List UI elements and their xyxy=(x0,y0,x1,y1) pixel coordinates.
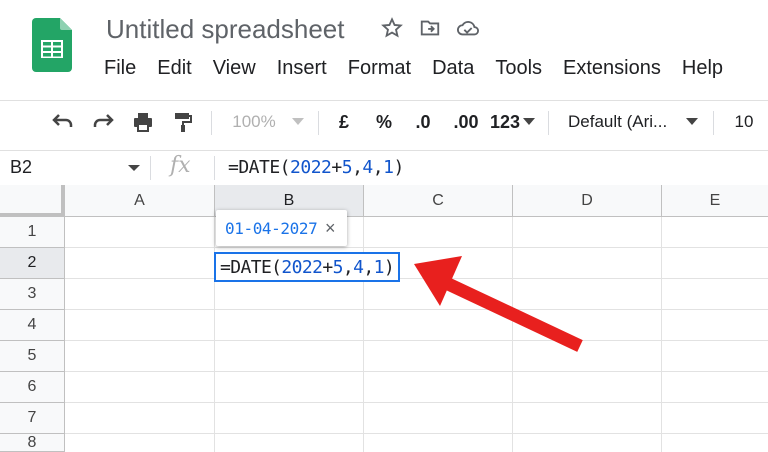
editor-suffix: ) xyxy=(383,257,395,278)
close-icon[interactable]: × xyxy=(325,218,336,239)
row-header-8[interactable]: 8 xyxy=(0,434,65,452)
cloud-status-icon[interactable] xyxy=(456,16,480,40)
formula-suffix: ) xyxy=(393,157,404,178)
menu-data[interactable]: Data xyxy=(432,57,474,80)
column-header-c[interactable]: C xyxy=(364,185,513,217)
print-icon[interactable] xyxy=(128,101,158,143)
increase-decimal-button[interactable]: .00 xyxy=(448,101,484,143)
more-formats-button[interactable]: 123 xyxy=(488,101,522,143)
formula-plus: + xyxy=(331,157,342,178)
formula-prefix: =DATE( xyxy=(228,157,291,178)
row-header-7[interactable]: 7 xyxy=(0,403,65,434)
formula-divider xyxy=(214,156,215,180)
decrease-decimal-button[interactable]: .0 xyxy=(408,101,438,143)
name-box-chevron-down-icon[interactable] xyxy=(128,165,140,171)
menu-bar: File Edit View Insert Format Data Tools … xyxy=(104,57,744,80)
menu-edit[interactable]: Edit xyxy=(157,57,191,80)
sheet-grid: A B C D E 1 2 3 4 5 6 7 8 xyxy=(0,185,768,452)
cell-editor-text: =DATE(2022+5,4,1) xyxy=(220,257,395,278)
formula-arg4: 1 xyxy=(383,157,394,178)
font-family-select[interactable]: Default (Ari... xyxy=(568,101,682,143)
column-header-e[interactable]: E xyxy=(662,185,768,217)
menu-view[interactable]: View xyxy=(213,57,256,80)
title-icons xyxy=(380,16,480,40)
editor-arg2: 5 xyxy=(332,257,344,278)
editor-arg1: 2022 xyxy=(281,257,323,278)
formats-chevron-down-icon[interactable] xyxy=(522,101,536,143)
row-header-2[interactable]: 2 xyxy=(0,248,65,279)
editor-prefix: =DATE( xyxy=(220,257,282,278)
formula-comma2: , xyxy=(372,157,384,178)
row-header-6[interactable]: 6 xyxy=(0,372,65,403)
toolbar: 100% £ % .0 .00 123 Default (Ari... 10 xyxy=(0,100,768,143)
row-header-1[interactable]: 1 xyxy=(0,217,65,248)
select-all-corner[interactable] xyxy=(0,185,65,217)
percent-button[interactable]: % xyxy=(372,101,396,143)
red-arrow-annotation-icon xyxy=(414,256,583,352)
move-folder-icon[interactable] xyxy=(418,16,442,40)
gridline xyxy=(65,402,768,403)
row-header-4[interactable]: 4 xyxy=(0,310,65,341)
tooltip-value: 01-04-2027 xyxy=(225,219,318,238)
formula-arg2: 5 xyxy=(341,157,353,178)
formula-divider xyxy=(150,156,151,180)
editor-comma2: , xyxy=(363,257,374,278)
header: Untitled spreadsheet File Edit View Inse… xyxy=(0,0,768,93)
editor-plus: + xyxy=(322,257,333,278)
undo-icon[interactable] xyxy=(48,101,78,143)
menu-format[interactable]: Format xyxy=(348,57,411,80)
formula-input[interactable]: =DATE(2022+5,4,1) xyxy=(228,157,404,178)
font-size-input[interactable]: 10 xyxy=(730,101,758,143)
row-header-5[interactable]: 5 xyxy=(0,341,65,372)
toolbar-divider xyxy=(211,111,212,135)
menu-tools[interactable]: Tools xyxy=(495,57,542,80)
menu-file[interactable]: File xyxy=(104,57,136,80)
increase-decimal-label: .00 xyxy=(453,111,479,132)
formula-bar: B2 fx =DATE(2022+5,4,1) xyxy=(0,150,768,186)
column-header-d[interactable]: D xyxy=(513,185,662,217)
gridline xyxy=(65,433,768,434)
formula-comma1: , xyxy=(352,157,363,178)
zoom-chevron-down-icon[interactable] xyxy=(290,101,306,143)
name-box[interactable]: B2 xyxy=(10,157,32,178)
document-title[interactable]: Untitled spreadsheet xyxy=(106,14,344,45)
formula-result-tooltip: 01-04-2027 × xyxy=(216,210,347,246)
decrease-decimal-label: .0 xyxy=(415,111,431,132)
fx-icon: fx xyxy=(170,153,191,178)
gridline xyxy=(65,247,768,248)
editor-arg3: 4 xyxy=(353,257,364,278)
formula-arg3: 4 xyxy=(362,157,373,178)
paint-format-icon[interactable] xyxy=(168,101,198,143)
currency-button[interactable]: £ xyxy=(332,101,356,143)
font-chevron-down-icon[interactable] xyxy=(684,101,700,143)
row-header-3[interactable]: 3 xyxy=(0,279,65,310)
sheets-logo-icon[interactable] xyxy=(32,18,72,72)
editor-comma1: , xyxy=(342,257,354,278)
toolbar-divider xyxy=(318,111,319,135)
zoom-select[interactable]: 100% xyxy=(226,101,282,143)
star-icon[interactable] xyxy=(380,16,404,40)
cell-b2-editor[interactable]: =DATE(2022+5,4,1) xyxy=(214,252,400,282)
formula-arg1: 2022 xyxy=(290,157,332,178)
editor-arg4: 1 xyxy=(373,257,385,278)
menu-insert[interactable]: Insert xyxy=(277,57,327,80)
menu-extensions[interactable]: Extensions xyxy=(563,57,661,80)
gridline xyxy=(661,217,662,452)
redo-icon[interactable] xyxy=(88,101,118,143)
gridline xyxy=(65,371,768,372)
toolbar-divider xyxy=(548,111,549,135)
toolbar-divider xyxy=(713,111,714,135)
menu-help[interactable]: Help xyxy=(682,57,723,80)
column-header-a[interactable]: A xyxy=(65,185,215,217)
